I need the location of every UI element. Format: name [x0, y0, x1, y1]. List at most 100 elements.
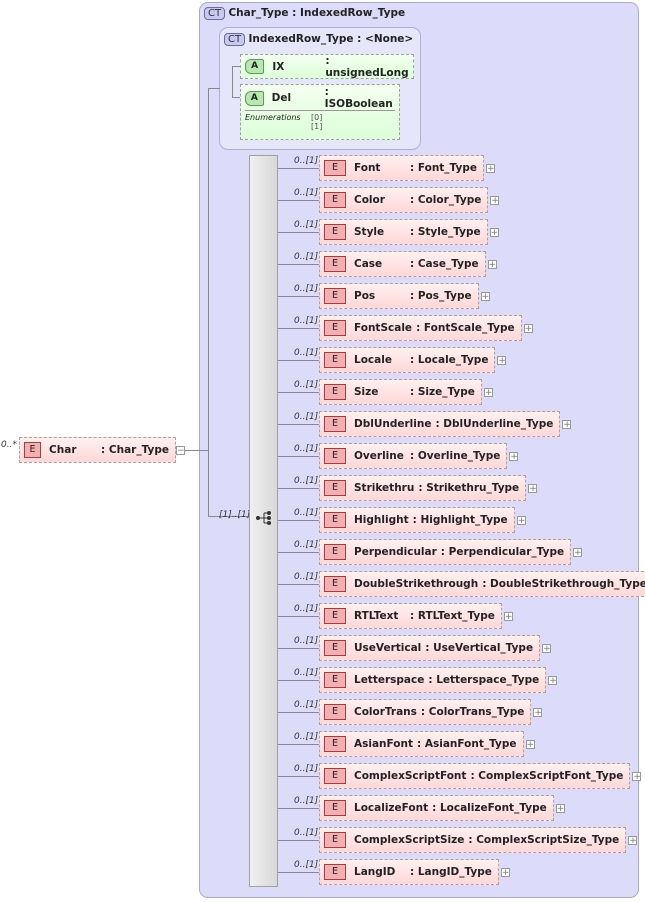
element-type: : Char_Type: [101, 444, 169, 456]
expand-icon[interactable]: +: [483, 387, 493, 397]
element-type: : RTLText_Type: [410, 610, 495, 622]
expand-icon[interactable]: +: [523, 323, 533, 333]
element-pos[interactable]: E Pos : Pos_Type: [319, 283, 479, 309]
element-badge: E: [324, 224, 346, 240]
element-name: Case: [354, 258, 383, 270]
element-type: : FontScale_Type: [416, 322, 515, 334]
attribute-name: Del: [271, 92, 292, 104]
connector-line: [278, 616, 319, 617]
sequence-occurs: [1]..[1]: [219, 510, 251, 520]
enum-value: [1]: [311, 122, 323, 131]
element-overline[interactable]: E Overline : Overline_Type: [319, 443, 508, 469]
complex-type-title: Char_Type : IndexedRow_Type: [228, 7, 406, 19]
expand-icon[interactable]: +: [562, 419, 572, 429]
expand-icon[interactable]: +: [555, 803, 565, 813]
element-localizefont[interactable]: E LocalizeFont : LocalizeFont_Type: [319, 795, 554, 821]
expand-icon[interactable]: +: [525, 739, 535, 749]
expand-icon[interactable]: +: [628, 835, 638, 845]
element-usevertical[interactable]: E UseVertical : UseVertical_Type: [319, 635, 541, 661]
element-badge: E: [324, 256, 346, 272]
element-badge: E: [324, 288, 346, 304]
expand-icon[interactable]: +: [487, 259, 497, 269]
enum-value: [0]: [311, 113, 323, 122]
element-row: E ComplexScriptFont : ComplexScriptFont_…: [319, 763, 642, 789]
collapse-icon[interactable]: −: [176, 446, 185, 456]
connector-line: [278, 200, 319, 201]
element-badge: E: [24, 442, 42, 458]
attribute-type: : unsignedLong: [325, 54, 409, 79]
element-occurs: 0..[1]: [294, 380, 319, 390]
element-occurs: 0..[1]: [294, 732, 319, 742]
element-color[interactable]: E Color : Color_Type: [319, 187, 489, 213]
element-highlight[interactable]: E Highlight : Highlight_Type: [319, 507, 515, 533]
expand-icon[interactable]: +: [497, 355, 507, 365]
element-name: Style: [354, 226, 385, 238]
expand-icon[interactable]: +: [480, 291, 490, 301]
expand-icon[interactable]: +: [573, 547, 583, 557]
connector-line: [278, 744, 319, 745]
expand-icon[interactable]: +: [548, 675, 558, 685]
connector-line: [278, 712, 319, 713]
element-occurs: 0..[1]: [294, 572, 319, 582]
element-name: Pos: [354, 290, 376, 302]
element-asianfont[interactable]: E AsianFont : AsianFont_Type: [319, 731, 524, 757]
element-name: Strikethru: [354, 482, 415, 494]
expand-icon[interactable]: +: [533, 707, 543, 717]
element-perpendicular[interactable]: E Perpendicular : Perpendicular_Type: [319, 539, 572, 565]
element-type: : Letterspace_Type: [428, 674, 540, 686]
connector-line: [278, 520, 319, 521]
element-row: E Case : Case_Type +: [319, 251, 497, 277]
element-row: E Pos : Pos_Type +: [319, 283, 490, 309]
root-occurs: 0..*: [1, 440, 17, 450]
expand-icon[interactable]: +: [490, 195, 500, 205]
expand-icon[interactable]: +: [503, 611, 513, 621]
element-type: : ComplexScriptSize_Type: [468, 834, 620, 846]
expand-icon[interactable]: +: [516, 515, 526, 525]
expand-icon[interactable]: +: [509, 451, 519, 461]
element-type: : ColorTrans_Type: [420, 706, 525, 718]
expand-icon[interactable]: +: [489, 227, 499, 237]
element-occurs: 0..[1]: [294, 316, 319, 326]
element-dblunderline[interactable]: E DblUnderline : DblUnderline_Type: [319, 411, 561, 437]
ct-extension-badge: CT: [204, 7, 226, 20]
element-badge: E: [324, 192, 346, 208]
connector-line: [232, 88, 233, 98]
element-occurs: 0..[1]: [294, 348, 319, 358]
element-rtltext[interactable]: E RTLText : RTLText_Type: [319, 603, 502, 629]
complex-type-header: CT Char_Type : IndexedRow_Type: [204, 7, 405, 20]
element-badge: E: [324, 512, 346, 528]
root-element-char[interactable]: E Char : Char_Type: [19, 437, 176, 463]
element-type: : Color_Type: [410, 194, 482, 206]
element-letterspace[interactable]: E Letterspace : Letterspace_Type: [319, 667, 547, 693]
element-colortrans[interactable]: E ColorTrans : ColorTrans_Type: [319, 699, 532, 725]
element-badge: E: [324, 416, 346, 432]
expand-icon[interactable]: +: [485, 163, 495, 173]
element-row: E LocalizeFont : LocalizeFont_Type +: [319, 795, 565, 821]
element-locale[interactable]: E Locale : Locale_Type: [319, 347, 496, 373]
expand-icon[interactable]: +: [528, 483, 538, 493]
element-size[interactable]: E Size : Size_Type: [319, 379, 482, 405]
attribute-ix[interactable]: A IX : unsignedLong: [240, 54, 414, 79]
element-font[interactable]: E Font : Font_Type: [319, 155, 484, 181]
element-name: Highlight: [354, 514, 409, 526]
element-type: : Size_Type: [410, 386, 475, 398]
ct-badge: CT: [224, 33, 246, 46]
element-case[interactable]: E Case : Case_Type: [319, 251, 486, 277]
element-badge: E: [324, 608, 346, 624]
element-strikethru[interactable]: E Strikethru : Strikethru_Type: [319, 475, 527, 501]
element-occurs: 0..[1]: [294, 860, 319, 870]
element-langid[interactable]: E LangID : LangID_Type: [319, 859, 499, 885]
attribute-del[interactable]: A Del : ISOBoolean Enumerations [0] [1]: [240, 84, 400, 140]
connector-line: [278, 424, 319, 425]
connector-line: [278, 840, 319, 841]
element-row: E Font : Font_Type +: [319, 155, 495, 181]
element-style[interactable]: E Style : Style_Type: [319, 219, 488, 245]
expand-icon[interactable]: +: [542, 643, 552, 653]
expand-icon[interactable]: +: [632, 771, 642, 781]
element-fontscale[interactable]: E FontScale : FontScale_Type: [319, 315, 522, 341]
expand-icon[interactable]: +: [500, 867, 510, 877]
element-complexscriptsize[interactable]: E ComplexScriptSize : ComplexScriptSize_…: [319, 827, 627, 853]
element-complexscriptfont[interactable]: E ComplexScriptFont : ComplexScriptFont_…: [319, 763, 631, 789]
element-doublestrikethrough[interactable]: E DoubleStrikethrough : DoubleStrikethro…: [319, 571, 645, 597]
element-row: E UseVertical : UseVertical_Type +: [319, 635, 552, 661]
